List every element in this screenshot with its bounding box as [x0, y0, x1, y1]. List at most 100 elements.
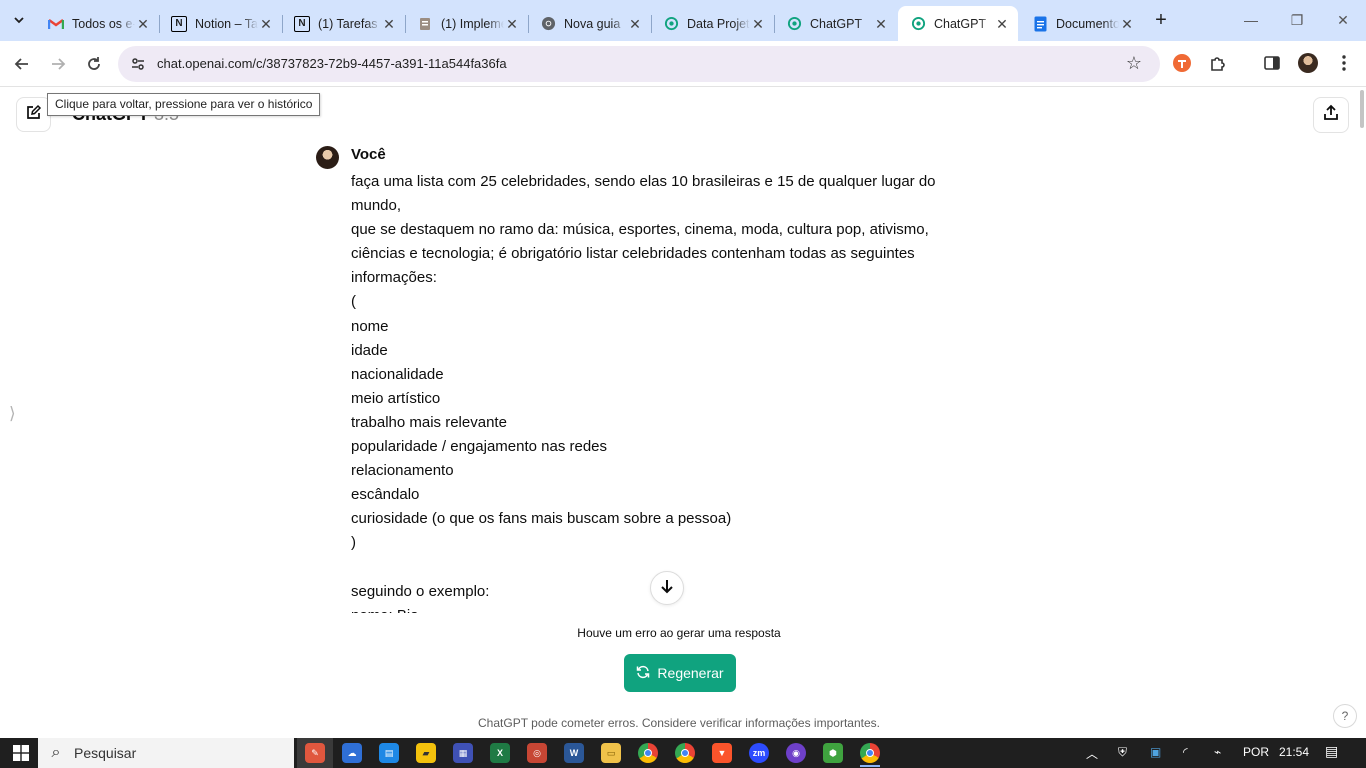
back-arrow-icon[interactable]: [8, 50, 36, 78]
chrome-icon: [540, 16, 556, 32]
tab-title: Documento sem título: [1056, 16, 1119, 31]
close-tab-icon[interactable]: ✕: [258, 16, 274, 32]
tab-strip: Todos os e-mails ✕ N Notion – Tarefas ✕ …: [0, 0, 1366, 41]
tab-data-projeto[interactable]: Data Projeto ✕: [651, 6, 775, 41]
edit-pencil-icon: [25, 104, 42, 126]
message-line: relacionamento: [351, 462, 454, 480]
page-scrollbar[interactable]: [1358, 88, 1366, 738]
notifications-icon[interactable]: ▤: [1325, 743, 1338, 760]
taskbar-app-nodejs-icon[interactable]: ⬢: [823, 743, 843, 763]
refresh-icon: [636, 665, 650, 682]
new-tab-plus-icon[interactable]: +: [1150, 9, 1172, 31]
taskbar-app-excel-icon[interactable]: X: [490, 743, 510, 763]
extensions-puzzle-icon[interactable]: [1206, 51, 1230, 75]
taskbar-app-brave-icon[interactable]: ▼: [712, 743, 732, 763]
share-button[interactable]: [1313, 97, 1349, 133]
message-line: idade: [351, 341, 388, 359]
message-line: ciências e tecnologia; é obrigatório lis…: [351, 245, 915, 263]
regenerate-button[interactable]: Regenerar: [624, 654, 736, 692]
reload-icon[interactable]: [80, 50, 108, 78]
message-line: trabalho mais relevante: [351, 413, 507, 431]
scrollbar-thumb[interactable]: [1360, 90, 1364, 128]
close-tab-icon[interactable]: ✕: [627, 16, 643, 32]
taskbar-app-word-icon[interactable]: W: [564, 743, 584, 763]
chatgpt-icon: [910, 16, 926, 32]
taskbar-app-zoom-icon[interactable]: zm: [749, 743, 769, 763]
chatgpt-page: ChatGPT 3.5 Clique para voltar, pression…: [0, 88, 1366, 738]
message-line: ): [351, 534, 356, 552]
site-settings-icon[interactable]: [130, 56, 146, 72]
restore-icon[interactable]: ❐: [1282, 8, 1312, 32]
new-chat-button[interactable]: [16, 97, 51, 132]
regenerate-label: Regenerar: [657, 665, 724, 681]
close-tab-icon[interactable]: ✕: [994, 16, 1010, 32]
keyboard-language[interactable]: POR: [1243, 745, 1269, 759]
google-docs-icon: [1032, 16, 1048, 32]
address-bar[interactable]: chat.openai.com/c/38737823-72b9-4457-a39…: [118, 46, 1160, 82]
tab-title: (1) Implementação: [441, 16, 504, 31]
browser-menu-icon[interactable]: [1332, 51, 1356, 75]
close-tab-icon[interactable]: ✕: [135, 16, 151, 32]
message-line: nome: [351, 317, 389, 335]
show-hidden-icons-chevron-icon[interactable]: ︿: [1086, 745, 1098, 762]
tab-title: Todos os e-mails: [72, 16, 135, 31]
side-panel-icon[interactable]: [1260, 51, 1284, 75]
tab-title: Data Projeto: [687, 16, 750, 31]
tab-notion-tarefas[interactable]: N (1) Tarefas ✕: [282, 6, 406, 41]
forward-arrow-icon[interactable]: [44, 50, 72, 78]
tab-gmail[interactable]: Todos os e-mails ✕: [36, 6, 160, 41]
security-shield-icon[interactable]: ⛨: [1118, 745, 1127, 760]
message-line: popularidade / engajamento nas redes: [351, 438, 608, 456]
tab-search-chevron-icon[interactable]: [6, 8, 32, 32]
close-tab-icon[interactable]: ✕: [750, 16, 766, 32]
tab-google-docs[interactable]: Documento sem título ✕: [1020, 6, 1143, 41]
network-icon[interactable]: ⌁: [1214, 745, 1221, 759]
clock-time[interactable]: 21:54: [1279, 745, 1309, 759]
taskbar-search[interactable]: ⌕ Pesquisar: [38, 738, 294, 768]
taskbar-app-github-icon[interactable]: ◉: [786, 743, 806, 763]
taskbar-search-placeholder: Pesquisar: [74, 745, 137, 761]
tab-chatgpt[interactable]: ChatGPT ✕: [774, 6, 897, 41]
tab-implementacao[interactable]: (1) Implementação ✕: [405, 6, 529, 41]
minimize-icon[interactable]: —: [1236, 8, 1266, 32]
window-close-icon[interactable]: ✕: [1328, 8, 1358, 32]
taskbar-app-chrome-profile-icon[interactable]: [675, 743, 695, 763]
taskbar-app-weather-icon[interactable]: ☁: [342, 743, 362, 763]
chatgpt-icon: [663, 16, 679, 32]
close-tab-icon[interactable]: ✕: [873, 16, 889, 32]
close-tab-icon[interactable]: ✕: [381, 16, 397, 32]
disclaimer-text: ChatGPT pode cometer erros. Considere ve…: [478, 716, 880, 730]
tab-chatgpt-active[interactable]: ChatGPT ✕: [898, 6, 1018, 41]
help-button[interactable]: ?: [1333, 704, 1357, 728]
taskbar-app-notepad-icon[interactable]: ▤: [379, 743, 399, 763]
profile-avatar[interactable]: [1296, 51, 1320, 75]
taskbar-app-snipping-icon[interactable]: ◎: [527, 743, 547, 763]
taskbar-app-chrome-icon[interactable]: [638, 743, 658, 763]
extension-orange-icon[interactable]: [1170, 51, 1194, 75]
tab-notion[interactable]: N Notion – Tarefas ✕: [159, 6, 283, 41]
open-sidebar-chevron-icon[interactable]: ⟩: [9, 404, 16, 424]
close-tab-icon[interactable]: ✕: [1119, 16, 1135, 32]
tray-app-icon[interactable]: ▣: [1150, 745, 1161, 759]
share-upload-icon: [1322, 104, 1340, 127]
message-line: mundo,: [351, 197, 402, 215]
tab-title: (1) Tarefas: [318, 16, 378, 31]
taskbar-app-file-explorer-icon[interactable]: ▭: [601, 743, 621, 763]
close-tab-icon[interactable]: ✕: [504, 16, 520, 32]
taskbar-app-sticky-notes-icon[interactable]: ▰: [416, 743, 436, 763]
user-message: faça uma lista com 25 celebridades, send…: [351, 170, 981, 620]
message-line: (: [351, 293, 356, 311]
scroll-to-bottom-button[interactable]: [650, 571, 684, 605]
tab-nova-guia[interactable]: Nova guia ✕: [528, 6, 652, 41]
document-icon: [417, 16, 433, 32]
message-line: curiosidade (o que os fans mais buscam s…: [351, 510, 732, 528]
wifi-icon[interactable]: ◜: [1183, 745, 1188, 759]
tab-title: ChatGPT: [934, 16, 987, 31]
taskbar-app-pen-icon[interactable]: ✎: [305, 743, 325, 763]
taskbar-app-chrome-active-icon[interactable]: [860, 743, 880, 763]
url-text[interactable]: chat.openai.com/c/38737823-72b9-4457-a39…: [157, 56, 507, 71]
tab-title: Notion – Tarefas: [195, 16, 258, 31]
windows-start-icon[interactable]: [6, 738, 36, 768]
taskbar-app-calculator-icon[interactable]: ▦: [453, 743, 473, 763]
bookmark-star-icon[interactable]: ☆: [1126, 53, 1142, 74]
